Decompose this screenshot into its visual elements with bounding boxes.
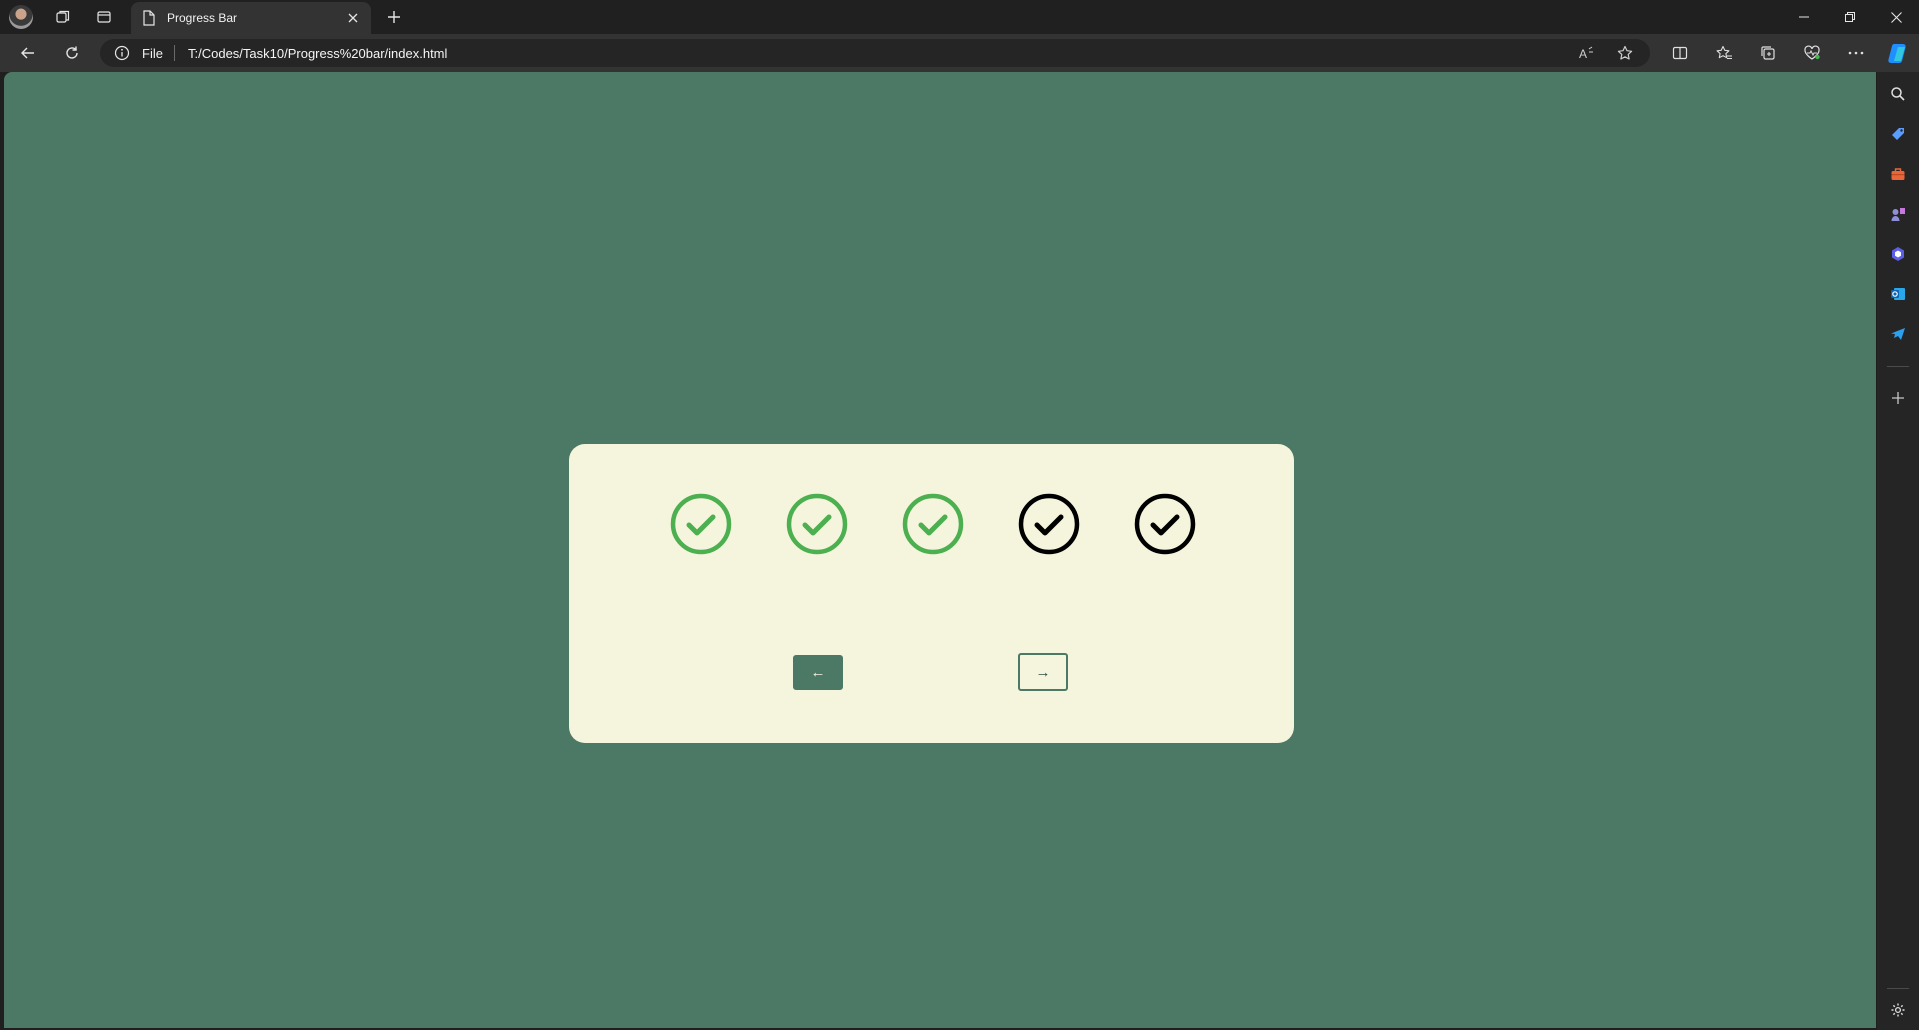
outlook-icon[interactable] xyxy=(1886,282,1910,306)
shopping-tag-icon[interactable] xyxy=(1886,122,1910,146)
favorite-star-icon[interactable] xyxy=(1614,42,1636,64)
sidebar-settings-gear-icon[interactable] xyxy=(1886,998,1910,1022)
svg-text:A: A xyxy=(1579,47,1587,60)
back-icon[interactable] xyxy=(14,39,42,67)
read-aloud-icon[interactable]: A xyxy=(1576,42,1598,64)
close-tab-icon[interactable] xyxy=(343,8,363,28)
close-window-icon[interactable] xyxy=(1873,0,1919,34)
new-tab-button[interactable] xyxy=(381,4,407,30)
workspaces-icon[interactable] xyxy=(51,6,75,28)
tools-briefcase-icon[interactable] xyxy=(1886,162,1910,186)
check-circle-icon xyxy=(670,493,732,555)
tab-progress-bar[interactable]: Progress Bar xyxy=(131,2,371,34)
restore-icon[interactable] xyxy=(1827,0,1873,34)
split-screen-icon[interactable] xyxy=(1666,39,1694,67)
tab-title: Progress Bar xyxy=(167,11,238,25)
collections-icon[interactable] xyxy=(1754,39,1782,67)
scheme-label: File xyxy=(142,46,163,61)
minimize-icon[interactable] xyxy=(1781,0,1827,34)
browser-title-bar: Progress Bar xyxy=(0,0,1919,34)
copilot-icon[interactable] xyxy=(1884,39,1912,67)
progress-card: ← → xyxy=(569,444,1294,743)
address-separator xyxy=(174,45,175,61)
browser-essentials-icon[interactable] xyxy=(1798,39,1826,67)
tab-actions-icon[interactable] xyxy=(92,6,116,28)
next-button[interactable]: → xyxy=(1018,653,1068,691)
check-circle-icon xyxy=(786,493,848,555)
url-text[interactable]: T:/Codes/Task10/Progress%20bar/index.htm… xyxy=(188,46,447,61)
microsoft-365-icon[interactable] xyxy=(1886,242,1910,266)
page-icon xyxy=(143,10,155,31)
sidebar-divider xyxy=(1887,366,1909,367)
edge-sidebar xyxy=(1877,72,1919,1030)
profile-avatar[interactable] xyxy=(9,5,33,29)
browser-toolbar: File T:/Codes/Task10/Progress%20bar/inde… xyxy=(0,34,1919,72)
address-bar[interactable]: File T:/Codes/Task10/Progress%20bar/inde… xyxy=(100,39,1650,67)
check-circle-icon xyxy=(1134,493,1196,555)
refresh-icon[interactable] xyxy=(58,39,86,67)
sidebar-divider-bottom xyxy=(1887,988,1909,989)
more-options-icon[interactable] xyxy=(1842,39,1870,67)
favorites-icon[interactable] xyxy=(1710,39,1738,67)
page-viewport: ← → xyxy=(4,72,1876,1028)
previous-button[interactable]: ← xyxy=(793,655,843,690)
games-icon[interactable] xyxy=(1886,202,1910,226)
send-telegram-icon[interactable] xyxy=(1886,322,1910,346)
search-icon[interactable] xyxy=(1886,82,1910,106)
check-circle-icon xyxy=(902,493,964,555)
info-icon[interactable] xyxy=(114,45,130,61)
add-sidebar-app-icon[interactable] xyxy=(1886,386,1910,410)
check-circle-icon xyxy=(1018,493,1080,555)
